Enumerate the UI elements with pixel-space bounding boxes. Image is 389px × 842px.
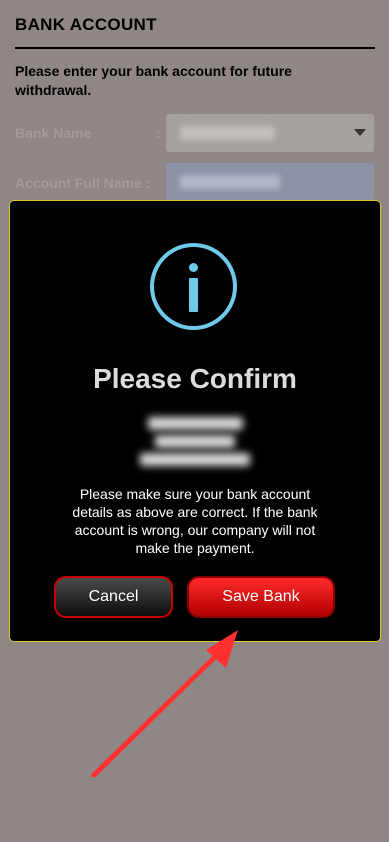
save-bank-button[interactable]: Save Bank xyxy=(187,576,335,618)
dialog-message: Please make sure your bank account detai… xyxy=(72,486,318,556)
confirm-dialog: Please Confirm Please make sure your ban… xyxy=(9,200,381,642)
bank-details-blurred xyxy=(130,413,260,471)
account-name-value-blurred xyxy=(180,175,280,189)
bank-name-label: Bank Name xyxy=(15,125,92,141)
info-icon xyxy=(150,243,237,330)
bank-name-value-blurred xyxy=(180,126,275,140)
dialog-title: Please Confirm xyxy=(93,363,297,394)
title-divider xyxy=(15,47,375,49)
bank-name-select[interactable] xyxy=(166,114,374,152)
account-name-input[interactable] xyxy=(166,163,374,201)
page-title: BANK ACCOUNT xyxy=(15,15,157,34)
chevron-down-icon xyxy=(354,129,366,136)
account-name-label: Account Full Name : xyxy=(15,175,151,191)
bank-account-page: BANK ACCOUNT Please enter your bank acco… xyxy=(0,0,389,842)
cancel-button[interactable]: Cancel xyxy=(54,576,173,618)
intro-text: Please enter your bank account for futur… xyxy=(15,63,292,98)
bank-name-colon: : xyxy=(156,125,161,141)
